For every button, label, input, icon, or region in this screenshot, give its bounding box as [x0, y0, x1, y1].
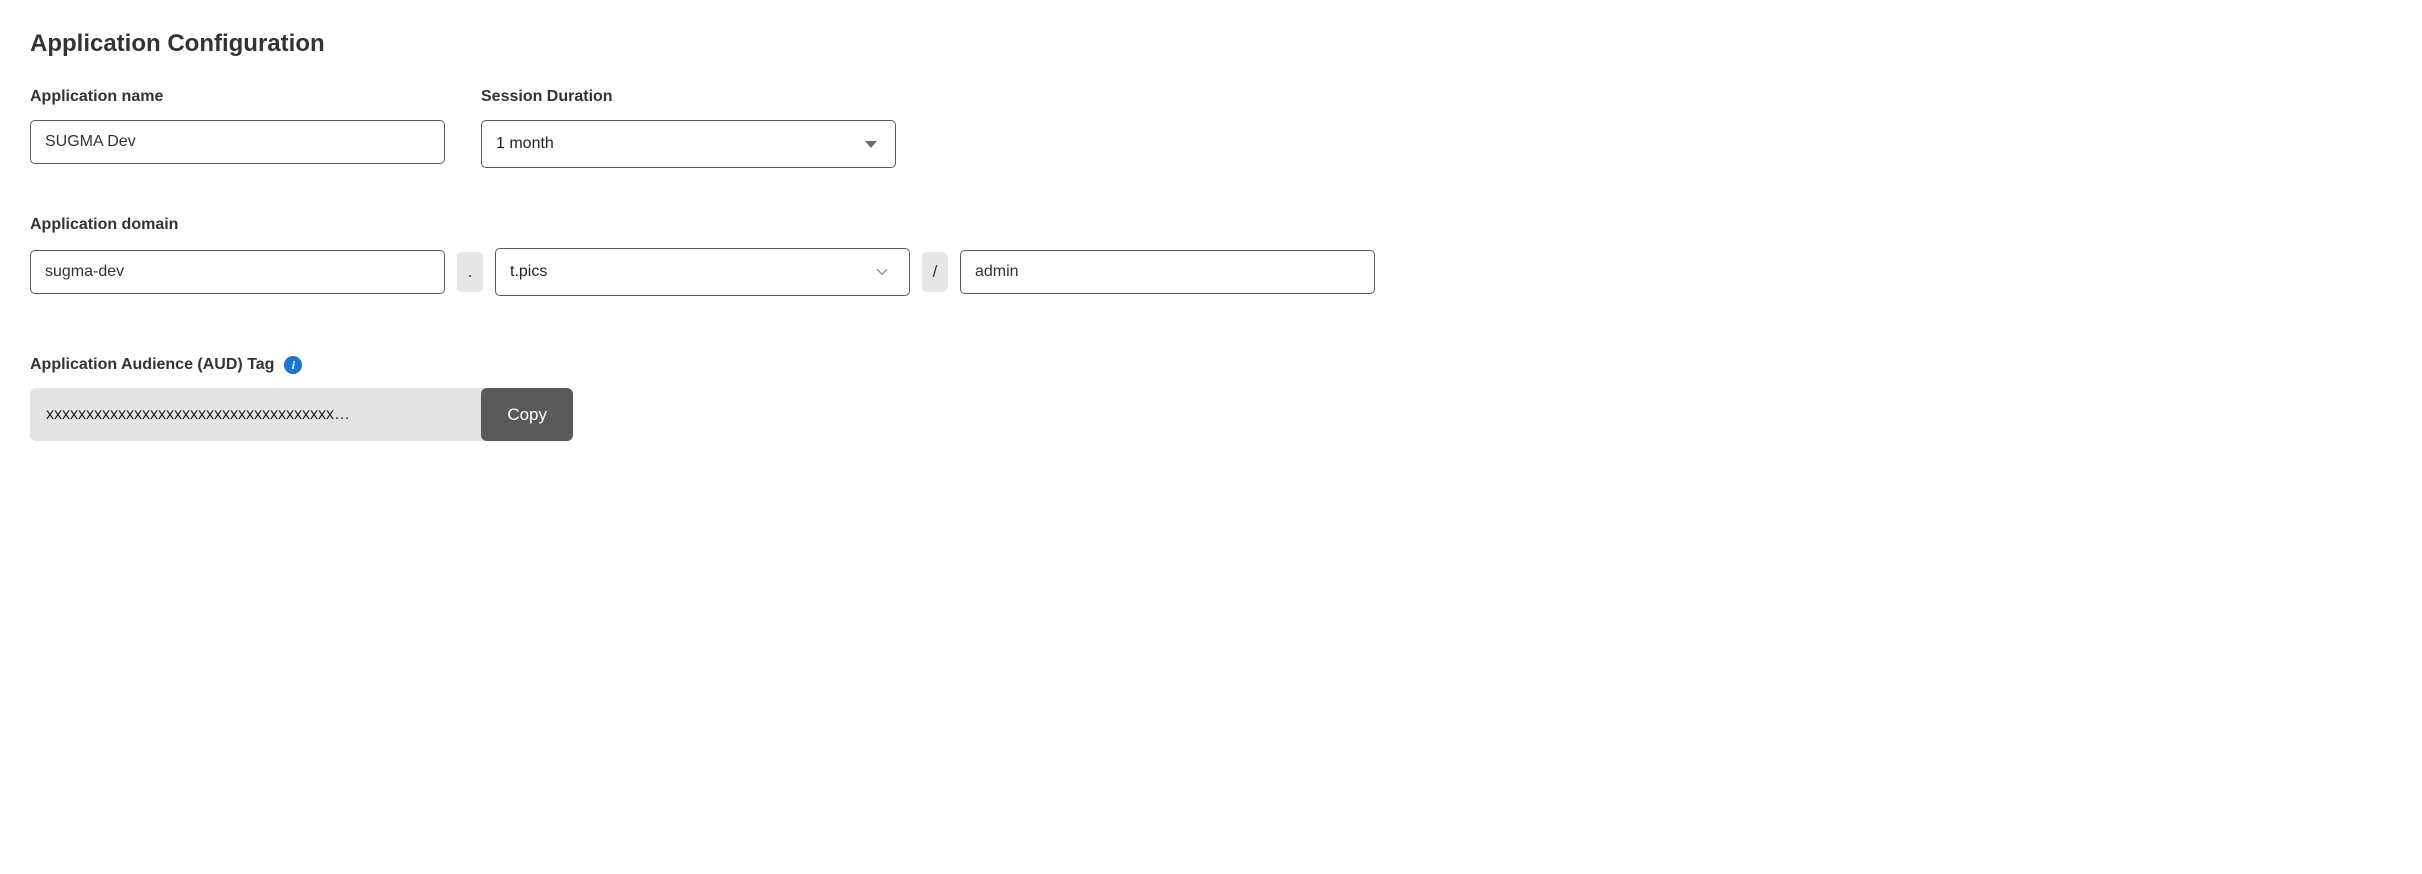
aud-tag-label: Application Audience (AUD) Tag — [30, 356, 274, 374]
section-title: Application Configuration — [30, 30, 2392, 58]
aud-tag-group: Application Audience (AUD) Tag i xxxxxxx… — [30, 356, 2392, 441]
session-duration-select[interactable]: 1 month — [481, 120, 896, 168]
application-name-input[interactable] — [30, 120, 445, 164]
application-domain-label: Application domain — [30, 216, 2392, 234]
dot-separator: . — [457, 252, 483, 292]
info-icon[interactable]: i — [284, 356, 302, 374]
chevron-down-icon — [873, 263, 891, 281]
session-duration-value: 1 month — [482, 135, 865, 153]
application-name-label: Application name — [30, 88, 445, 106]
copy-button[interactable]: Copy — [481, 388, 573, 441]
session-duration-group: Session Duration 1 month — [481, 88, 896, 168]
session-duration-label: Session Duration — [481, 88, 896, 106]
application-name-group: Application name — [30, 88, 445, 164]
application-domain-group: Application domain . t.pics / — [30, 216, 2392, 296]
slash-separator: / — [922, 252, 948, 292]
caret-down-icon — [865, 141, 877, 148]
domain-select-value: t.pics — [496, 263, 873, 281]
aud-tag-value: xxxxxxxxxxxxxxxxxxxxxxxxxxxxxxxxxxxx… — [30, 388, 485, 441]
subdomain-input[interactable] — [30, 250, 445, 294]
domain-select[interactable]: t.pics — [495, 248, 910, 296]
path-input[interactable] — [960, 250, 1375, 294]
